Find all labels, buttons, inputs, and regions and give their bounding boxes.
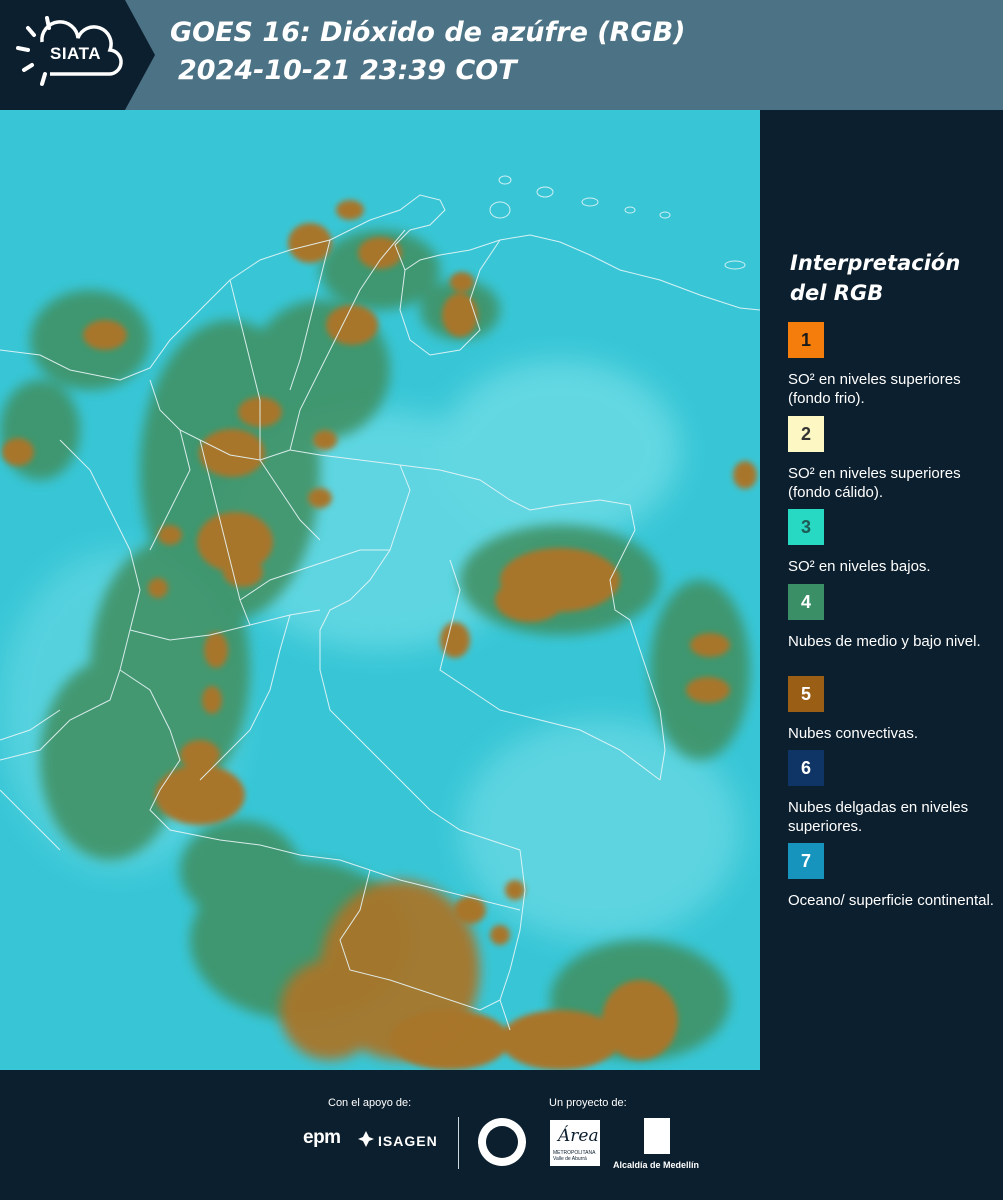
legend-item-5: 5 Nubes convectivas.: [788, 676, 998, 743]
area-logo-text: Área: [558, 1126, 599, 1146]
legend-label-6: Nubes delgadas en niveles superiores.: [788, 799, 969, 835]
support-label: Con el apoyo de:: [328, 1097, 412, 1109]
legend-swatch-7: 7: [788, 843, 824, 879]
legend-swatch-5: 5: [788, 676, 824, 712]
legend-swatch-2: 2: [788, 416, 824, 452]
legend-item-1: 1 SO² en niveles superiores (fondo frio)…: [788, 322, 998, 408]
legend-label-3: SO² en niveles bajos.: [788, 558, 931, 575]
legend-swatch-6: 6: [788, 750, 824, 786]
legend-swatch-3: 3: [788, 509, 824, 545]
legend-swatch-4: 4: [788, 584, 824, 620]
area-logo-subtitle: METROPOLITANA Valle de Aburrá: [553, 1150, 596, 1162]
legend-number-3: 3: [800, 516, 811, 537]
epm-logo[interactable]: epm: [303, 1127, 341, 1149]
siata-logo[interactable]: SIATA: [0, 0, 155, 110]
area-metropolitana-logo[interactable]: Área METROPOLITANA Valle de Aburrá: [550, 1120, 600, 1166]
medellin-seal-icon[interactable]: [478, 1118, 526, 1166]
alcaldia-logo[interactable]: Alcaldía de Medellín: [613, 1160, 699, 1170]
legend-title-line1: Interpretación: [790, 251, 961, 275]
project-label: Un proyecto de:: [549, 1097, 627, 1109]
legend-label-5: Nubes convectivas.: [788, 725, 919, 742]
header-bar: SIATA GOES 16: Dióxido de azúfre (RGB) 2…: [0, 0, 1003, 110]
siata-logo-text: SIATA: [50, 44, 101, 63]
title-product: GOES 16: Dióxido de azúfre (RGB): [170, 17, 686, 48]
legend-number-5: 5: [800, 683, 811, 704]
isagen-mark-icon: [358, 1131, 374, 1147]
title-datetime: 2024-10-21 23:39 COT: [178, 55, 517, 86]
legend-item-6: 6 Nubes delgadas en niveles superiores.: [788, 750, 998, 836]
legend-item-4: 4 Nubes de medio y bajo nivel.: [788, 584, 998, 651]
page-title: GOES 16: Dióxido de azúfre (RGB) 2024-10…: [170, 14, 686, 90]
legend-label-4: Nubes de medio y bajo nivel.: [788, 633, 981, 650]
legend-label-1: SO² en niveles superiores (fondo frio).: [788, 371, 961, 407]
legend-item-3: 3 SO² en niveles bajos.: [788, 509, 998, 576]
legend-title-line2: del RGB: [790, 281, 884, 305]
legend-item-2: 2 SO² en niveles superiores (fondo cálid…: [788, 416, 998, 522]
footer-divider: [458, 1117, 459, 1169]
rgb-legend: Interpretación del RGB 1 SO² en niveles …: [770, 110, 1003, 1070]
legend-swatch-1: 1: [788, 322, 824, 358]
legend-title: Interpretación del RGB: [790, 248, 990, 308]
legend-item-7: 7 Oceano/ superficie continental.: [788, 843, 998, 910]
legend-number-2: 2: [800, 423, 811, 444]
legend-label-7: Oceano/ superficie continental.: [788, 892, 994, 909]
legend-number-1: 1: [800, 329, 811, 350]
footer-sponsors: Con el apoyo de: Un proyecto de: epm ISA…: [0, 1070, 1003, 1200]
isagen-logo[interactable]: ISAGEN: [378, 1133, 438, 1149]
satellite-map[interactable]: [0, 110, 760, 1070]
legend-number-4: 4: [800, 591, 811, 612]
legend-number-6: 6: [800, 757, 811, 778]
legend-number-7: 7: [800, 850, 811, 871]
alcaldia-shield-icon: [644, 1118, 670, 1154]
